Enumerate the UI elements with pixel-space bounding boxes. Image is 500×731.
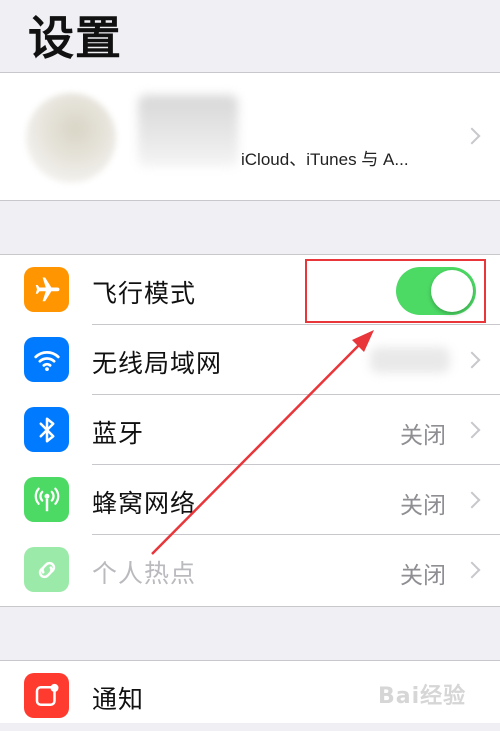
annotation-arrow-icon xyxy=(151,330,374,555)
watermark: Bai经验 xyxy=(378,684,467,709)
